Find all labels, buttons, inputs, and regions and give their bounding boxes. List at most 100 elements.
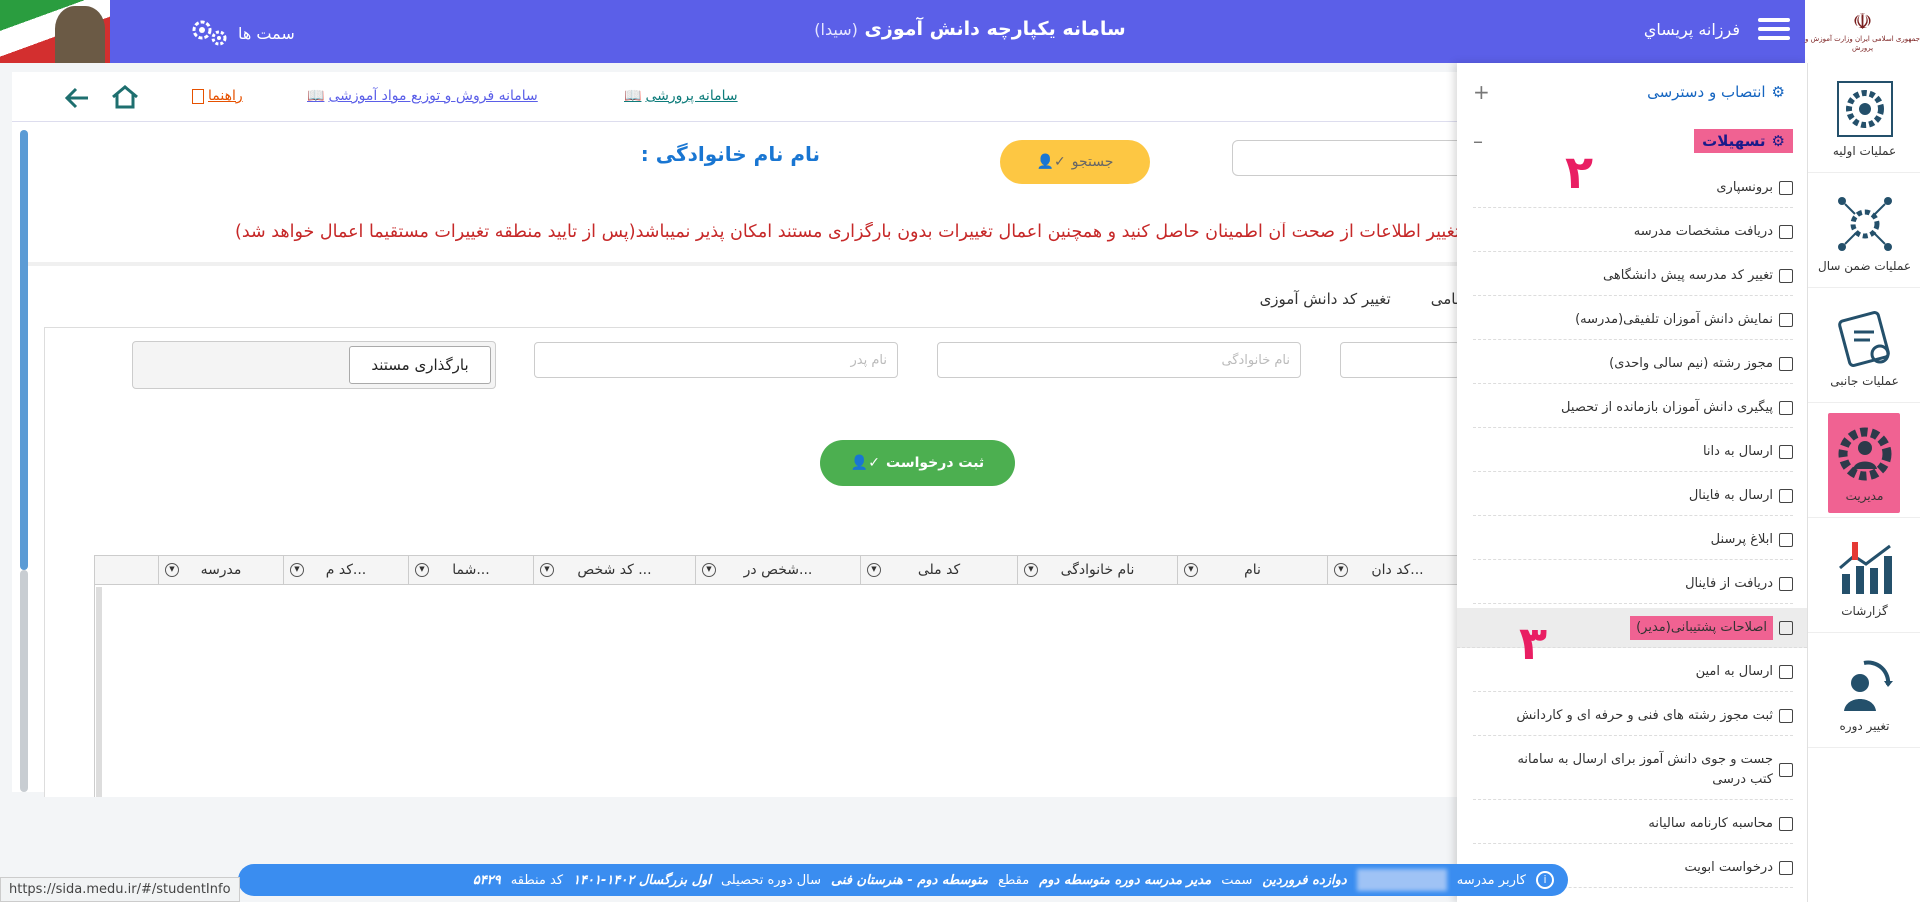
first-name-input[interactable] <box>1340 342 1460 378</box>
search-button[interactable]: 👤✓ جستجو <box>1000 140 1150 184</box>
edit-icon <box>1779 532 1793 547</box>
main-sidebar: عملیات اولیه عملیات ضمن سال عملیات جانبی… <box>1807 63 1920 902</box>
filter-icon[interactable]: ▼ <box>290 563 304 577</box>
roles-button[interactable]: سمت ها <box>190 18 295 48</box>
grid-header-student-code[interactable]: کد دان... ▼ <box>1327 556 1467 584</box>
submenu-head-facilities[interactable]: ⚙ تسهیلات – <box>1473 125 1793 157</box>
edit-icon <box>1779 444 1793 459</box>
book-icon: 📖 <box>624 88 642 104</box>
status-year: اول بزرگسال ۱۴۰۲-۱۴۰۱ <box>573 872 711 888</box>
submenu-item[interactable]: مجوز رشته (نیم سالی واحدی) <box>1473 344 1793 384</box>
user-name: فرزانه پريساي <box>1643 20 1740 39</box>
submenu-item[interactable]: دریافت مشخصات مدرسه <box>1473 212 1793 252</box>
gear-cycle-icon <box>1836 80 1893 137</box>
submenu-item[interactable]: ثبت مجوز رشته های فنی و حرفه ای و کاردان… <box>1473 696 1793 736</box>
filter-icon[interactable]: ▼ <box>702 563 716 577</box>
gear-icon: ⚙ <box>1771 83 1785 101</box>
filter-icon[interactable]: ▼ <box>1024 563 1038 577</box>
submenu-item[interactable]: ابلاغ پرسنل <box>1473 520 1793 560</box>
filter-icon[interactable]: ▼ <box>1334 563 1348 577</box>
user-cycle-icon <box>1843 660 1893 711</box>
status-user-label: کاربر مدرسه <box>1456 872 1526 888</box>
submenu-item[interactable]: ارسال به دانا <box>1473 432 1793 472</box>
gear-icon: ⚙ <box>1771 132 1785 150</box>
filter-icon[interactable]: ▼ <box>867 563 881 577</box>
hamburger-menu-icon[interactable] <box>1758 18 1790 44</box>
submenu-item[interactable]: نمایش دانش آموزان تلفیقی(مدرسه) <box>1473 300 1793 340</box>
submenu-item[interactable]: تغییر کد مدرسه پیش دانشگاهی <box>1473 256 1793 296</box>
top-bar: سمت ها سامانه یکپارچه دانش آموزی (سیدا) … <box>0 0 1920 63</box>
edit-icon <box>1779 268 1793 283</box>
grid-header-national-code[interactable]: کد ملی ▼ <box>860 556 1017 584</box>
edit-icon <box>1779 400 1793 415</box>
sidebar-item-during-year-ops[interactable]: عملیات ضمن سال <box>1808 178 1920 288</box>
edit-icon <box>1779 664 1793 679</box>
home-icon[interactable] <box>110 84 140 110</box>
upload-field: بارگذاری مستند <box>132 341 496 389</box>
user-check-icon: 👤✓ <box>1036 154 1066 170</box>
grid-header-name[interactable]: نام ▼ <box>1177 556 1327 584</box>
submenu-panel: ⚙ انتصاب و دسترسی + ⚙ تسهیلات – برونسپاری … <box>1457 63 1807 902</box>
ministry-logo: ☫ جمهوری اسلامی ایران وزارت آموزش و پرور… <box>1805 0 1920 63</box>
submenu-item[interactable]: دریافت از فاینال <box>1473 564 1793 604</box>
collapse-minus-icon[interactable]: – <box>1473 129 1483 153</box>
search-input[interactable] <box>1232 140 1468 176</box>
submit-request-button[interactable]: 👤✓ ثبت درخواست <box>820 440 1015 486</box>
help-link[interactable]: راهنما <box>192 88 243 104</box>
sidebar-item-initial-ops[interactable]: عملیات اولیه <box>1808 63 1920 173</box>
status-year-label: سال دوره تحصیلی <box>720 872 822 888</box>
submenu-item[interactable]: برونسپاری <box>1473 168 1793 208</box>
status-region: ۵۴۲۹ <box>472 872 501 888</box>
page-scrollbar[interactable] <box>20 130 28 570</box>
edit-icon <box>1779 708 1793 723</box>
filter-icon[interactable]: ▼ <box>165 563 179 577</box>
filter-icon[interactable]: ▼ <box>415 563 429 577</box>
edit-icon <box>1779 180 1793 195</box>
submenu-item[interactable]: پیگیری دانش آموزان بازمانده از تحصیل <box>1473 388 1793 428</box>
family-name-input[interactable]: نام خانوادگی <box>937 342 1301 378</box>
app-title: سامانه یکپارچه دانش آموزی (سیدا) <box>814 18 1126 40</box>
grid-header-family[interactable]: نام خانوادگی ▼ <box>1017 556 1177 584</box>
sales-system-link[interactable]: 📖 سامانه فروش و توزیع مواد آموزشی <box>307 88 538 104</box>
grid-header-school-code[interactable]: کد م... ▼ <box>283 556 408 584</box>
submenu-item[interactable]: جست و جوی دانش آموز برای ارسال به سامانه… <box>1473 740 1793 800</box>
grid-scrollbar[interactable] <box>96 587 102 797</box>
sidebar-item-reports[interactable]: گزارشات <box>1808 523 1920 633</box>
edit-icon <box>1779 860 1793 875</box>
back-arrow-icon[interactable] <box>64 86 90 110</box>
grid-header-number[interactable]: شما... ▼ <box>408 556 533 584</box>
tab-change-student-code[interactable]: تغییر کد دانش آموزی <box>1260 290 1391 308</box>
edit-icon <box>1779 488 1793 503</box>
submenu-item[interactable]: ارسال به فاینال <box>1473 476 1793 516</box>
submenu-item[interactable]: محاسبه کارنامه سالیانه <box>1473 804 1793 844</box>
bar-chart-icon <box>1838 541 1892 594</box>
edit-icon <box>1779 620 1793 635</box>
status-level-label: مقطع <box>998 872 1030 888</box>
sidebar-item-management[interactable]: مدیریت <box>1808 408 1920 518</box>
upload-document-button[interactable]: بارگذاری مستند <box>349 346 491 384</box>
status-region-label: کد منطقه <box>510 872 564 888</box>
sidebar-item-side-ops[interactable]: عملیات جانبی <box>1808 293 1920 403</box>
status-bar: i کاربر مدرسه دوازده فروردین سمت مدیر مد… <box>238 864 1568 896</box>
edit-icon <box>1779 224 1793 239</box>
parvareshi-link[interactable]: 📖 سامانه پرورشی <box>624 88 738 104</box>
blurred-user-id <box>1356 869 1447 891</box>
grid-header-school[interactable]: مدرسه ▼ <box>158 556 283 584</box>
grid-header-person-code[interactable]: کد شخص ... ▼ <box>533 556 695 584</box>
manager-gear-icon <box>1838 427 1891 480</box>
edit-icon <box>1779 762 1793 777</box>
gears-icon <box>192 20 227 46</box>
sidebar-item-change-period[interactable]: تغییر دوره <box>1808 638 1920 748</box>
filter-icon[interactable]: ▼ <box>540 563 554 577</box>
submenu-item-support-corrections[interactable]: اصلاحات پشتیبانی(مدیر) <box>1457 608 1807 648</box>
filter-icon[interactable]: ▼ <box>1184 563 1198 577</box>
family-name-title: نام نام خانوادگی : <box>640 142 820 166</box>
submenu-head-access[interactable]: ⚙ انتصاب و دسترسی + <box>1473 76 1793 108</box>
tab-name[interactable]: نامی <box>1431 290 1460 308</box>
book-icon: 📖 <box>307 88 325 104</box>
expand-plus-icon[interactable]: + <box>1473 80 1490 104</box>
page-scrollbar-track[interactable] <box>20 570 28 792</box>
father-name-input[interactable]: نام پدر <box>534 342 898 378</box>
grid-header-person-in[interactable]: شخص در... ▼ <box>695 556 860 584</box>
data-grid-header: کد دان... ▼ نام ▼ نام خانوادگی ▼ کد ملی ▼ شخ… <box>94 555 1468 585</box>
